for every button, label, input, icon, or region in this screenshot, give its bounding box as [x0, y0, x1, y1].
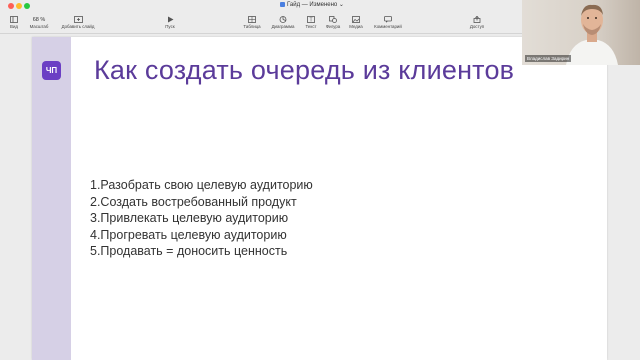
text-label: Текст [305, 24, 317, 29]
svg-text:T: T [309, 18, 312, 24]
comment-button[interactable]: Комментарий [368, 12, 408, 34]
zoom-control[interactable]: 68 % Масштаб [27, 12, 51, 34]
chart-label: Диаграмма [271, 24, 295, 29]
chart-icon [279, 16, 287, 24]
play-label: Пуск [165, 24, 175, 29]
table-icon [248, 16, 256, 24]
chart-button[interactable]: Диаграмма [268, 12, 298, 34]
maximize-window-button[interactable] [24, 3, 30, 9]
list-item: 4.Прогревать целевую аудиторию [90, 227, 287, 242]
slide[interactable]: ЧП Как создать очередь из клиентов 1.Раз… [32, 37, 607, 360]
close-window-button[interactable] [8, 3, 14, 9]
image-icon [352, 16, 360, 24]
list-item: 5.Продавать = доносить ценность [90, 244, 288, 258]
chevron-down-icon: ⌄ [337, 2, 344, 8]
table-label: Таблица [243, 24, 261, 29]
list-item: 1.Разобрать свою целевую аудиторию [90, 178, 313, 192]
play-icon [167, 16, 174, 24]
view-label: Вид [10, 24, 18, 29]
media-label: Медиа [349, 24, 363, 29]
table-button[interactable]: Таблица [240, 12, 264, 34]
minimize-window-button[interactable] [16, 3, 22, 9]
share-label: Доступ [469, 24, 485, 29]
add-slide-label: Добавить слайд [61, 24, 95, 29]
sidebar-icon [10, 16, 18, 24]
add-slide-button[interactable]: Добавить слайд [56, 12, 100, 34]
participant-name: Владислав Задирин [525, 55, 572, 62]
slide-logo: ЧП [42, 61, 61, 80]
webcam-overlay: Владислав Задирин [522, 0, 640, 65]
add-slide-icon [73, 16, 83, 24]
shape-button[interactable]: Фигура [322, 12, 344, 34]
keynote-doc-icon [280, 2, 285, 7]
comment-label: Комментарий [374, 24, 402, 29]
shape-label: Фигура [325, 24, 341, 29]
text-button[interactable]: T Текст [301, 12, 321, 34]
slide-canvas[interactable]: ЧП Как создать очередь из клиентов 1.Раз… [0, 35, 640, 360]
shape-icon [329, 16, 337, 24]
zoom-label: Масштаб [29, 24, 49, 29]
play-button[interactable]: Пуск [160, 12, 180, 34]
share-button[interactable]: Доступ [466, 12, 488, 34]
slide-title[interactable]: Как создать очередь из клиентов [94, 55, 514, 86]
text-box-icon: T [307, 16, 315, 24]
comment-icon [384, 16, 392, 24]
zoom-value: 68 % [32, 17, 46, 23]
document-title-text: Гайд — Изменено [287, 2, 338, 8]
share-icon [473, 16, 481, 24]
slide-side-band [32, 37, 71, 360]
list-item: 2.Создать востребованный продукт [90, 194, 297, 209]
slide-bullet-list[interactable]: 1.Разобрать свою целевую аудиторию 2.Соз… [90, 177, 313, 260]
view-button[interactable]: Вид [6, 12, 22, 34]
list-item: 3.Привлекать целевую аудиторию [90, 211, 289, 225]
document-title[interactable]: Гайд — Изменено ⌄ [280, 1, 344, 8]
media-button[interactable]: Медиа [346, 12, 366, 34]
